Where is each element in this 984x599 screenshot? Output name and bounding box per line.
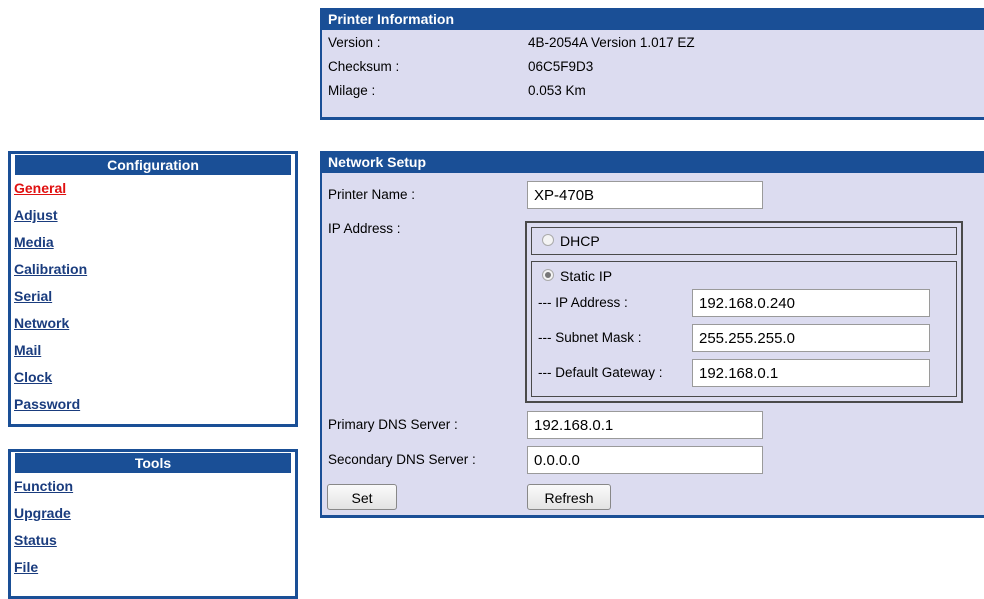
nav-adjust-link[interactable]: Adjust <box>11 202 295 229</box>
version-value: 4B-2054A Version 1.017 EZ <box>528 35 695 50</box>
configuration-title: Configuration <box>15 155 291 175</box>
network-setup-panel: Network Setup Printer Name : IP Address … <box>320 151 984 518</box>
nav-function-link[interactable]: Function <box>11 473 295 500</box>
static-ip-address-input[interactable] <box>692 289 930 317</box>
checksum-value: 06C5F9D3 <box>528 59 594 74</box>
nav-media-link[interactable]: Media <box>11 229 295 256</box>
static-ip-address-label: --- IP Address : <box>538 295 628 310</box>
milage-label: Milage : <box>328 83 376 98</box>
network-setup-title: Network Setup <box>322 151 984 173</box>
tools-title: Tools <box>15 453 291 473</box>
printer-information-panel: Printer Information Version : 4B-2054A V… <box>320 8 984 120</box>
ip-address-group: DHCP Static IP --- IP Address : --- Subn… <box>525 221 963 403</box>
ip-address-label: IP Address : <box>328 221 401 236</box>
milage-value: 0.053 Km <box>528 83 586 98</box>
tools-menu: Tools Function Upgrade Status File <box>8 449 298 599</box>
refresh-button[interactable]: Refresh <box>527 484 611 510</box>
dhcp-label: DHCP <box>560 233 600 249</box>
subnet-mask-input[interactable] <box>692 324 930 352</box>
dhcp-radio[interactable] <box>542 234 554 246</box>
nav-mail-link[interactable]: Mail <box>11 337 295 364</box>
static-ip-option: Static IP --- IP Address : --- Subnet Ma… <box>531 261 957 397</box>
printer-information-title: Printer Information <box>322 8 984 30</box>
nav-file-link[interactable]: File <box>11 554 295 581</box>
printer-name-input[interactable] <box>527 181 763 209</box>
nav-network-link[interactable]: Network <box>11 310 295 337</box>
default-gateway-label: --- Default Gateway : <box>538 365 663 380</box>
subnet-mask-label: --- Subnet Mask : <box>538 330 642 345</box>
nav-serial-link[interactable]: Serial <box>11 283 295 310</box>
nav-clock-link[interactable]: Clock <box>11 364 295 391</box>
static-ip-label: Static IP <box>560 268 613 284</box>
set-button[interactable]: Set <box>327 484 397 510</box>
default-gateway-input[interactable] <box>692 359 930 387</box>
secondary-dns-label: Secondary DNS Server : <box>328 452 476 467</box>
configuration-menu: Configuration General Adjust Media Calib… <box>8 151 298 427</box>
primary-dns-label: Primary DNS Server : <box>328 417 458 432</box>
nav-password-link[interactable]: Password <box>11 391 295 418</box>
nav-status-link[interactable]: Status <box>11 527 295 554</box>
nav-general-link[interactable]: General <box>11 175 295 202</box>
nav-calibration-link[interactable]: Calibration <box>11 256 295 283</box>
secondary-dns-input[interactable] <box>527 446 763 474</box>
primary-dns-input[interactable] <box>527 411 763 439</box>
checksum-label: Checksum : <box>328 59 400 74</box>
printer-name-label: Printer Name : <box>328 187 416 202</box>
static-ip-radio[interactable] <box>542 269 554 281</box>
dhcp-option: DHCP <box>531 227 957 255</box>
nav-upgrade-link[interactable]: Upgrade <box>11 500 295 527</box>
version-label: Version : <box>328 35 381 50</box>
